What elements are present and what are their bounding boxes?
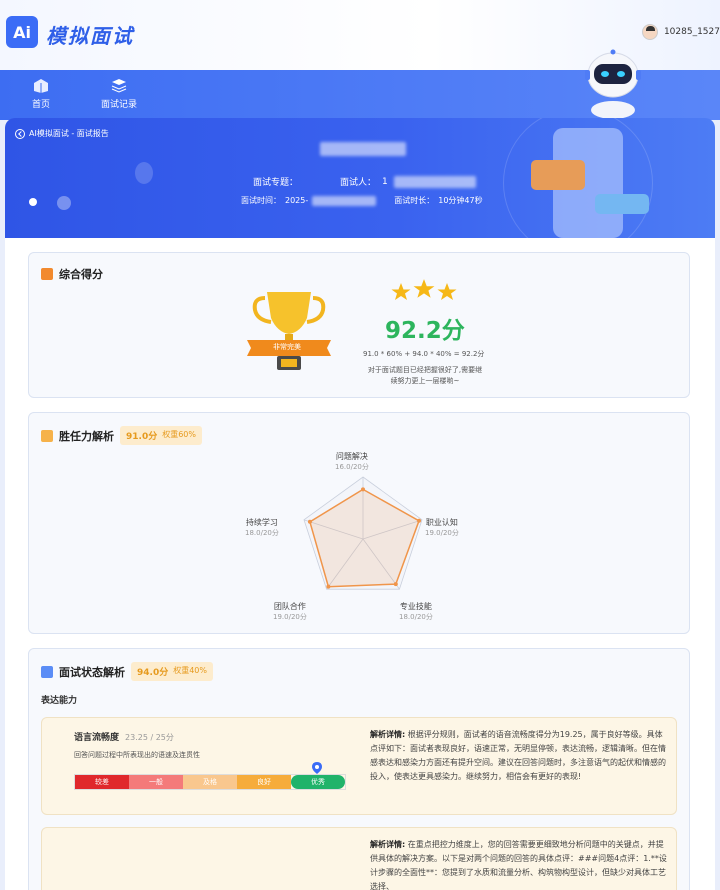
report-main: 综合得分 非常完美 92.2分 91.0 * 60% + 94.0 * 40% … <box>5 238 715 890</box>
metric-card-fluency: 语言流畅度 23.25 / 25分 回答问题过程中所表现出的语速及连贯性 较差 一… <box>41 717 677 815</box>
location-pin-icon <box>312 762 322 774</box>
interview-info-row-2: 面试时间： 2025- 面试时长： 10分钟47秒 <box>241 195 483 206</box>
star-icon <box>437 283 457 300</box>
user-id: 10285_1527 <box>663 27 720 37</box>
redacted-title <box>320 142 406 156</box>
overall-score-title: 综合得分 <box>59 268 103 281</box>
metric-detail: 解析详情: 在重点把控力维度上，您的回答需要更细致地分析问题中的关键点，并提供具… <box>370 838 670 890</box>
overall-comment: 对于面试题目已经把握很好了,需要继续努力更上一层楼喲~ <box>367 366 483 385</box>
breadcrumb[interactable]: AI模拟面试 - 面试报告 <box>15 128 109 139</box>
radar-point-3 <box>326 584 331 589</box>
interviewer-label: 面试人： <box>340 178 377 188</box>
radar-dim-value: 18.0/20分 <box>245 529 279 537</box>
user-menu[interactable]: 10285_1527 <box>641 24 720 40</box>
metric-title: 语言流畅度 <box>74 733 120 743</box>
scale-fair: 一般 <box>129 775 183 789</box>
rating-stars <box>391 279 457 301</box>
chat-card-illustration <box>595 194 649 214</box>
scale-pass: 及格 <box>183 775 237 789</box>
redacted-time <box>312 195 377 206</box>
status-heading: 面试状态解析 94.0分 权重40% <box>41 662 213 681</box>
interview-status-card: 面试状态解析 94.0分 权重40% 表达能力 语言流畅度 23.25 / 25分… <box>28 648 690 890</box>
radar-dim-value: 19.0/20分 <box>425 529 459 537</box>
radar-label-professional-skills: 专业技能 18.0/20分 <box>399 601 433 623</box>
status-score: 94.0分 <box>137 668 169 678</box>
radar-dim-name: 问题解决 <box>335 452 368 461</box>
status-title: 面试状态解析 <box>59 665 125 679</box>
star-icon <box>413 279 435 298</box>
deco-dot <box>29 198 37 206</box>
nav-item-records[interactable]: 面试记录 <box>101 78 137 110</box>
star-icon <box>391 283 411 300</box>
records-icon <box>111 79 127 93</box>
robot-mascot-icon <box>585 49 641 118</box>
metric-score: 23.25 / 25分 <box>125 733 174 742</box>
overall-score-card: 综合得分 非常完美 92.2分 91.0 * 60% + 94.0 * 40% … <box>28 252 690 398</box>
trophy-label: 非常完美 <box>273 343 301 351</box>
scale-poor: 较差 <box>75 775 129 789</box>
score-formula: 91.0 * 60% + 94.0 * 40% = 92.2分 <box>363 350 485 358</box>
radar-label-problem-solving: 问题解决 16.0/20分 <box>335 451 369 473</box>
home-icon <box>34 79 48 93</box>
interview-info-row-1: 面试专题： 面试人： 1 <box>253 175 476 188</box>
deco-dot <box>57 196 71 210</box>
overall-score-heading: 综合得分 <box>41 266 103 282</box>
document-icon <box>41 665 53 678</box>
detail-label: 解析详情: <box>370 840 406 849</box>
app-logo-badge[interactable]: Ai <box>6 16 38 48</box>
score-icon <box>41 268 53 280</box>
trophy-icon <box>247 292 331 370</box>
redacted-name <box>393 175 476 188</box>
radar-point-0 <box>361 487 365 492</box>
metric-card-focus: 解析详情: 在重点把控力维度上，您的回答需要更细致地分析问题中的关键点，并提供具… <box>41 827 677 890</box>
metric-name: 语言流畅度 23.25 / 25分 <box>74 730 174 743</box>
breadcrumb-text: AI模拟面试 - 面试报告 <box>29 129 109 138</box>
scale-excellent: 优秀 <box>291 775 345 789</box>
status-score-badge: 94.0分 权重40% <box>131 662 213 681</box>
competency-radar-chart <box>303 476 423 590</box>
radar-label-teamwork: 团队合作 19.0/20分 <box>273 601 307 623</box>
rating-scale: 较差 一般 及格 良好 优秀 <box>74 774 346 790</box>
interviewer-value: 1 <box>382 176 388 187</box>
app-title: 模拟面试 <box>46 24 134 48</box>
scale-good: 良好 <box>237 775 291 789</box>
duration-value: 10分钟47秒 <box>438 196 483 205</box>
deco-shape <box>135 162 153 184</box>
nav-label-records: 面试记录 <box>101 100 138 110</box>
duration-label: 面试时长： <box>394 196 435 205</box>
radar-label-continuous-learning: 持续学习 18.0/20分 <box>245 517 279 539</box>
radar-dim-value: 19.0/20分 <box>273 613 307 621</box>
radar-dim-value: 16.0/20分 <box>335 463 369 471</box>
expression-ability-heading: 表达能力 <box>41 696 78 706</box>
detail-text: 根据评分规则，面试者的语音流畅度得分为19.25，属于良好等级。具体点评如下：面… <box>370 730 666 781</box>
radar-dim-name: 持续学习 <box>245 518 278 527</box>
radar-dim-name: 团队合作 <box>273 602 306 611</box>
radar-dim-value: 18.0/20分 <box>399 613 433 621</box>
detail-text: 在重点把控力维度上，您的回答需要更细致地分析问题中的关键点，并提供具体的解决方案… <box>370 840 667 890</box>
radar-dim-name: 专业技能 <box>399 602 432 611</box>
time-value: 2025- <box>285 196 309 205</box>
time-label: 面试时间： <box>241 196 281 205</box>
metric-detail: 解析详情: 根据评分规则，面试者的语音流畅度得分为19.25，属于良好等级。具体… <box>370 728 670 784</box>
topic-label: 面试专题： <box>253 178 299 188</box>
report-banner: AI模拟面试 - 面试报告 面试专题： 面试人： 1 面试时间： 2025- 面… <box>5 118 715 238</box>
metric-description: 回答问题过程中所表现出的语速及连贯性 <box>74 751 200 759</box>
back-icon[interactable] <box>15 128 25 139</box>
radar-point-1 <box>417 518 422 523</box>
chat-card-illustration <box>531 160 585 190</box>
overall-score-value: 92.2分 <box>385 318 465 344</box>
radar-dim-name: 职业认知 <box>425 518 458 527</box>
status-weight: 权重40% <box>173 666 207 675</box>
detail-label: 解析详情: <box>370 730 406 739</box>
radar-point-4 <box>307 519 312 524</box>
nav-label-home: 首页 <box>32 100 51 110</box>
nav-item-home[interactable]: 首页 <box>32 78 50 110</box>
avatar[interactable] <box>641 24 658 40</box>
radar-point-2 <box>393 582 398 587</box>
radar-label-career-cognition: 职业认知 19.0/20分 <box>425 517 459 539</box>
competency-card: 胜任力解析 91.0分 权重60% 问题解决 16.0/20分 职业认知 19.… <box>28 412 690 634</box>
